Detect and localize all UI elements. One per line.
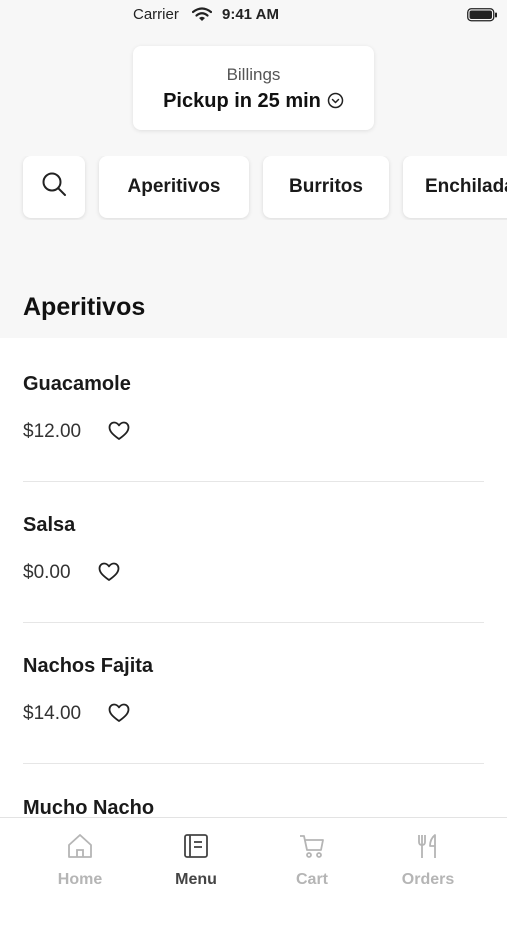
pickup-time: Pickup in 25 min: [163, 90, 321, 112]
tab-bar: Home Menu Cart Orders: [0, 817, 507, 901]
category-chip-enchiladas[interactable]: Enchiladas: [403, 156, 507, 218]
menu-item[interactable]: Salsa $0.00: [23, 514, 484, 655]
item-name: Guacamole: [23, 373, 131, 395]
tab-menu[interactable]: Menu: [138, 818, 254, 901]
item-name: Salsa: [23, 514, 76, 536]
category-chip-aperitivos[interactable]: Aperitivos: [99, 156, 249, 218]
divider: [23, 622, 484, 623]
divider: [23, 763, 484, 764]
item-name: Nachos Fajita: [23, 655, 154, 677]
heart-icon[interactable]: [108, 703, 130, 728]
clock-icon: [327, 92, 344, 115]
menu-item[interactable]: Guacamole $12.00: [23, 373, 484, 514]
tab-home[interactable]: Home: [22, 818, 138, 901]
category-bar: Aperitivos Burritos Enchiladas: [0, 156, 507, 220]
carrier-label: Carrier: [133, 6, 179, 23]
item-price: $0.00: [23, 562, 71, 583]
tab-cart[interactable]: Cart: [254, 818, 370, 901]
pickup-location: Billings: [226, 65, 281, 84]
tab-label: Menu: [175, 871, 217, 888]
battery-icon: [467, 8, 498, 27]
pickup-card[interactable]: Billings Pickup in 25 min: [133, 46, 374, 130]
item-price: $14.00: [23, 703, 82, 724]
divider: [23, 481, 484, 482]
heart-icon[interactable]: [108, 421, 130, 446]
section-title: Aperitivos: [23, 293, 146, 321]
search-icon: [40, 170, 68, 204]
tab-label: Cart: [295, 871, 328, 888]
header-area: Carrier 9:41 AM Billings Pickup in 25 mi…: [0, 0, 507, 338]
search-button[interactable]: [23, 156, 85, 218]
pickup-time-row: Pickup in 25 min: [133, 90, 374, 115]
wifi-icon: [191, 7, 213, 27]
status-bar: Carrier 9:41 AM: [0, 0, 507, 30]
tab-label: Home: [57, 871, 103, 888]
tab-orders[interactable]: Orders: [370, 818, 486, 901]
category-chip-burritos[interactable]: Burritos: [263, 156, 389, 218]
heart-icon[interactable]: [98, 562, 120, 587]
status-time: 9:41 AM: [222, 6, 279, 23]
item-price: $12.00: [23, 421, 82, 442]
tab-label: Orders: [401, 871, 455, 888]
menu-item[interactable]: Nachos Fajita $14.00: [23, 655, 484, 796]
